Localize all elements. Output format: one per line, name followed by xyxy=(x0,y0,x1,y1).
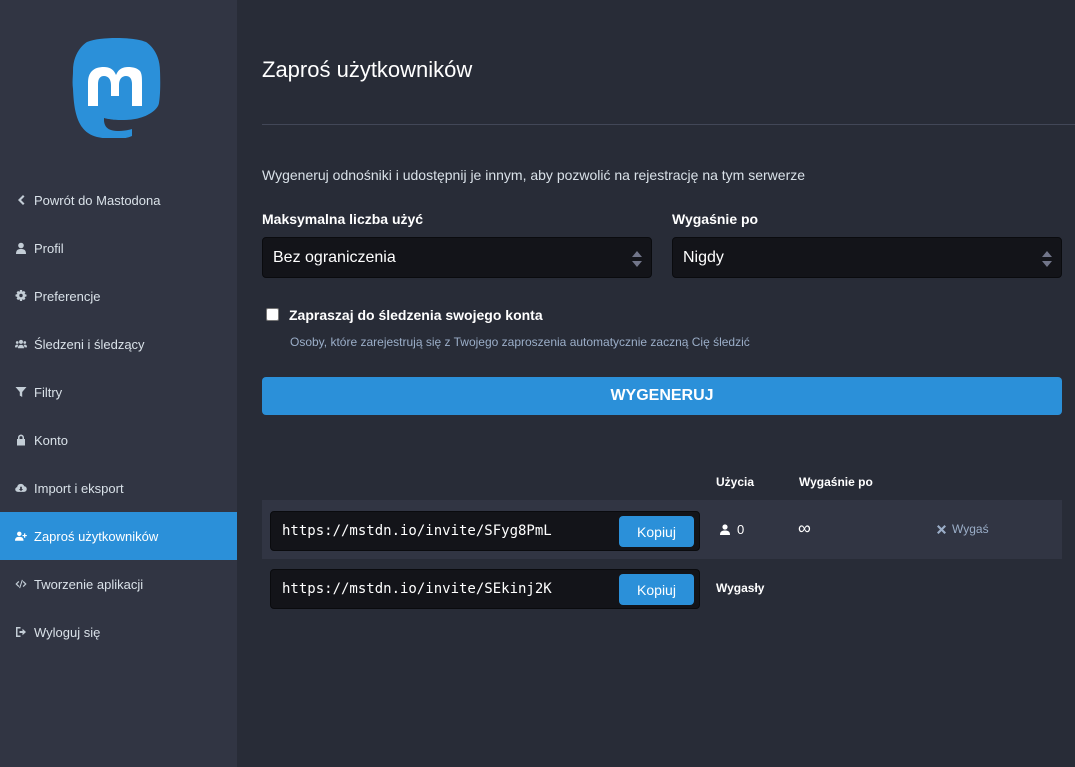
code-icon xyxy=(14,577,28,591)
autofollow-hint: Osoby, które zarejestrują się z Twojego … xyxy=(290,335,750,349)
uses-column-header: Użycia xyxy=(716,475,755,489)
nav-item-invites[interactable]: Zaproś użytkowników xyxy=(0,512,237,560)
expires-column-header: Wygaśnie po xyxy=(799,475,873,489)
autofollow-checkbox[interactable] xyxy=(266,308,279,321)
filter-icon xyxy=(14,385,28,399)
uses-value: 0 xyxy=(737,522,745,537)
nav-item-label: Wyloguj się xyxy=(34,624,101,640)
nav-item-filters[interactable]: Filtry xyxy=(0,368,237,416)
expired-status: Wygasły xyxy=(716,581,765,595)
table-row: https://mstdn.io/invite/SFyg8PmL Kopiuj … xyxy=(262,500,1062,559)
nav-item-label: Śledzeni i śledzący xyxy=(34,336,145,352)
max-uses-label: Maksymalna liczba użyć xyxy=(262,211,424,227)
expires-in-select[interactable]: Nigdy xyxy=(672,237,1062,278)
invite-link-field[interactable]: https://mstdn.io/invite/SFyg8PmL Kopiuj xyxy=(270,511,700,551)
nav-item-label: Tworzenie aplikacji xyxy=(34,576,144,592)
nav-item-label: Konto xyxy=(34,432,68,448)
nav-item-import-export[interactable]: Import i eksport xyxy=(0,464,237,512)
nav-item-back[interactable]: Powrót do Mastodona xyxy=(0,176,237,224)
nav-item-relationships[interactable]: Śledzeni i śledzący xyxy=(0,320,237,368)
nav-item-label: Import i eksport xyxy=(34,480,124,496)
mastodon-logo[interactable] xyxy=(70,38,164,139)
users-icon xyxy=(14,337,28,351)
nav-item-label: Preferencje xyxy=(34,288,101,304)
title-divider xyxy=(262,124,1075,125)
cloud-download-icon xyxy=(14,481,28,495)
select-arrows-icon xyxy=(1042,251,1052,267)
max-uses-select[interactable]: Bez ograniczenia xyxy=(262,237,652,278)
chevron-left-icon xyxy=(14,193,28,207)
sidebar: Powrót do Mastodona Profil Preferencje Ś… xyxy=(0,0,237,767)
settings-nav: Powrót do Mastodona Profil Preferencje Ś… xyxy=(0,176,237,656)
nav-item-development[interactable]: Tworzenie aplikacji xyxy=(0,560,237,608)
nav-item-account[interactable]: Konto xyxy=(0,416,237,464)
copy-button[interactable]: Kopiuj xyxy=(619,574,694,605)
cog-icon xyxy=(14,289,28,303)
user-plus-icon xyxy=(14,529,28,543)
expires-value: ∞ xyxy=(798,518,811,538)
user-icon xyxy=(14,241,28,255)
nav-item-label: Zaproś użytkowników xyxy=(34,528,159,544)
invite-link-text: https://mstdn.io/invite/SFyg8PmL xyxy=(282,523,552,539)
autofollow-label[interactable]: Zapraszaj do śledzenia swojego konta xyxy=(289,307,543,323)
nav-item-profile[interactable]: Profil xyxy=(0,224,237,272)
select-arrows-icon xyxy=(632,251,642,267)
nav-item-logout[interactable]: Wyloguj się xyxy=(0,608,237,656)
expires-in-value: Nigdy xyxy=(683,248,724,266)
user-icon xyxy=(720,524,730,535)
page-title: Zaproś użytkowników xyxy=(262,57,473,82)
copy-button[interactable]: Kopiuj xyxy=(619,516,694,547)
nav-item-label: Profil xyxy=(34,240,64,256)
sign-out-icon xyxy=(14,625,28,639)
max-uses-value: Bez ograniczenia xyxy=(273,248,396,266)
invite-link-field[interactable]: https://mstdn.io/invite/SEkinj2K Kopiuj xyxy=(270,569,700,609)
expires-in-label: Wygaśnie po xyxy=(672,211,759,227)
invite-link-text: https://mstdn.io/invite/SEkinj2K xyxy=(282,581,552,597)
expire-label: Wygaś xyxy=(952,522,989,536)
nav-item-label: Filtry xyxy=(34,384,63,400)
lead-text: Wygeneruj odnośniki i udostępnij je inny… xyxy=(262,167,806,183)
lock-icon xyxy=(14,433,28,447)
generate-button[interactable]: WYGENERUJ xyxy=(262,377,1062,415)
times-icon xyxy=(937,524,946,534)
nav-item-label: Powrót do Mastodona xyxy=(34,192,161,208)
uses-count: 0 xyxy=(720,522,744,537)
nav-item-preferences[interactable]: Preferencje xyxy=(0,272,237,320)
expire-button[interactable]: Wygaś xyxy=(937,522,989,536)
